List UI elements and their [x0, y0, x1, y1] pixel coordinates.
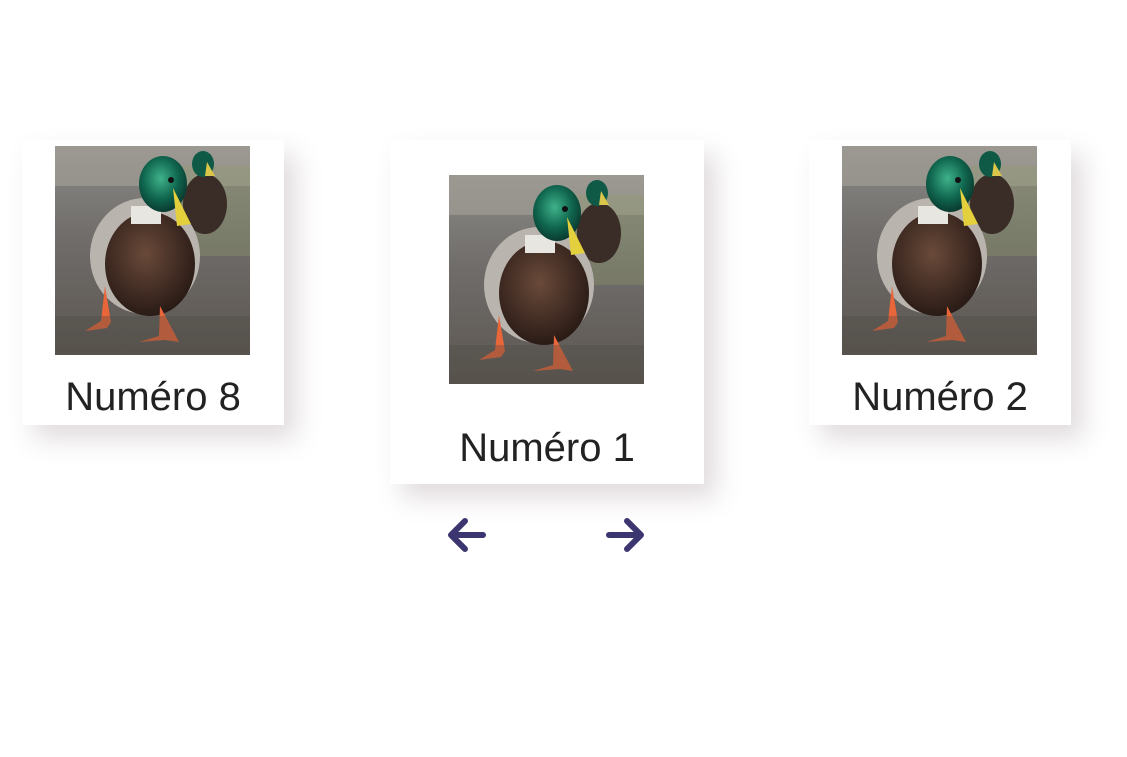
- duck-image: [842, 146, 1037, 355]
- carousel: Numéro 8 Numéro 1 Numéro 2: [0, 0, 1127, 757]
- card-caption: Numéro 2: [852, 375, 1028, 419]
- card-caption: Numéro 1: [459, 426, 635, 470]
- carousel-card-active[interactable]: Numéro 1: [390, 140, 704, 484]
- carousel-card-previous[interactable]: Numéro 8: [22, 140, 284, 425]
- carousel-card-next[interactable]: Numéro 2: [809, 140, 1071, 425]
- previous-button[interactable]: [442, 510, 492, 560]
- arrow-left-icon: [448, 518, 486, 552]
- duck-image: [449, 175, 644, 384]
- card-caption: Numéro 8: [65, 375, 241, 419]
- duck-image: [55, 146, 250, 355]
- arrow-right-icon: [606, 518, 644, 552]
- next-button[interactable]: [600, 510, 650, 560]
